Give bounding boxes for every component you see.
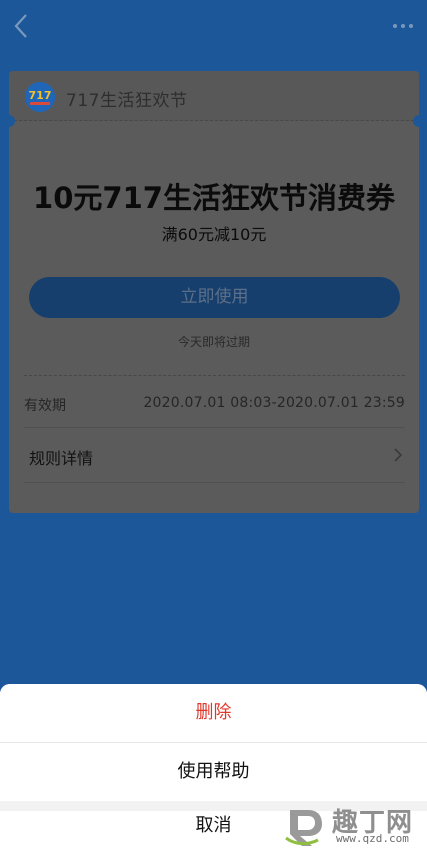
- use-now-button[interactable]: 立即使用: [29, 277, 400, 318]
- more-dots-icon[interactable]: [391, 18, 415, 34]
- ticket-notch-right: [413, 115, 419, 127]
- rules-detail-row[interactable]: 规则详情: [9, 428, 419, 482]
- coupon-card-header: 717 717生活狂欢节: [9, 71, 419, 121]
- site-watermark: 趣丁网 www.qzd.com: [284, 800, 427, 852]
- chevron-right-icon: [394, 448, 403, 462]
- back-chevron-icon[interactable]: [10, 12, 34, 40]
- coupon-condition: 满60元减10元: [161, 225, 267, 244]
- top-bar: [0, 0, 427, 56]
- coupon-card: 717 717生活狂欢节 10元717生活狂欢节消费券 满60元减10元 立即使…: [9, 71, 419, 513]
- brand-logo: 717: [25, 82, 55, 112]
- brand-name: 717生活狂欢节: [66, 91, 188, 111]
- watermark-url: www.qzd.com: [336, 832, 409, 845]
- expire-note: 今天即将过期: [177, 335, 250, 349]
- rules-detail-label: 规则详情: [29, 449, 94, 468]
- dashed-divider: [24, 375, 405, 376]
- validity-value: 2020.07.01 08:03-2020.07.01 23:59: [143, 395, 405, 411]
- usage-help-button[interactable]: 使用帮助: [0, 743, 427, 801]
- validity-label: 有效期: [24, 398, 66, 414]
- watermark-logo-icon: [285, 810, 322, 846]
- coupon-title: 10元717生活狂欢节消费券: [33, 181, 395, 215]
- divider: [24, 482, 405, 483]
- delete-button[interactable]: 删除: [0, 684, 427, 742]
- svg-text:717: 717: [29, 89, 52, 102]
